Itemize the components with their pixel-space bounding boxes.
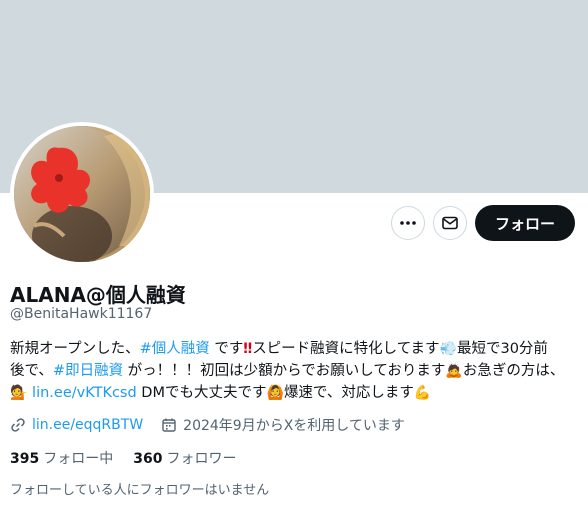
mutual-followers-note: フォローしている人にフォロワーはいません [10,483,270,498]
calendar-icon [162,418,176,432]
link-icon [11,418,25,432]
joined-date: 2024年9月からXを利用しています [183,418,405,434]
bio-text: DMでも大丈夫です [136,385,267,401]
display-name: ALANA@個人融資 [10,283,186,307]
avatar-photo [14,126,150,262]
bio-text: です [209,341,244,357]
website-link[interactable]: lin.ee/eqqRBTW [32,417,143,433]
flexed-biceps-emoji: 💪 [413,385,432,401]
follow-counts: 395 フォロー中 360 フォロワー [10,448,236,468]
profile-bio: 新規オープンした、#個人融資 です‼スピード融資に特化してます💨最短で30分前 … [10,338,580,404]
bio-text: がっ！！！初回は少額からでお願いしております [123,363,446,379]
bio-link[interactable]: lin.ee/vKTKcsd [32,385,137,401]
more-button[interactable] [390,206,425,240]
bio-text: スピード融資に特化してます [252,341,440,357]
dash-emoji: 💨 [439,341,457,357]
followers-label: フォロワー [166,451,237,467]
bio-text: 新規オープンした、 [10,341,140,357]
double-exclamation-emoji: ‼ [243,341,253,357]
bio-text: 後で、 [10,363,53,379]
more-icon [400,221,416,225]
profile-meta: lin.ee/eqqRBTW 2024年9月からXを利用しています [10,415,423,435]
profile-actions: フォロー [390,205,575,241]
website-item: lin.ee/eqqRBTW [10,417,143,433]
bio-text: お急ぎの方は、 [462,363,565,379]
person-tipping-hand-emoji: 💁 [10,385,28,401]
bio-text: 最短で30分前 [456,341,548,357]
followers-count: 360 [133,451,163,467]
followers-link[interactable]: 360 フォロワー [133,448,236,468]
hashtag-link[interactable]: #即日融資 [53,363,123,379]
following-count: 395 [10,451,40,467]
following-label: フォロー中 [43,451,114,467]
follow-button[interactable]: フォロー [474,205,575,241]
user-handle: @BenitaHawk11167 [10,306,153,322]
person-gesturing-ok-emoji: 🙆 [266,385,284,401]
mail-icon [442,216,458,230]
hashtag-link[interactable]: #個人融資 [140,341,210,357]
message-button[interactable] [432,206,467,240]
bowing-person-emoji: 🙇 [445,363,463,379]
profile-avatar[interactable] [10,122,154,266]
bio-text: 爆速で、対応します [283,385,414,401]
following-link[interactable]: 395 フォロー中 [10,448,113,468]
joined-item: 2024年9月からXを利用しています [161,415,405,435]
